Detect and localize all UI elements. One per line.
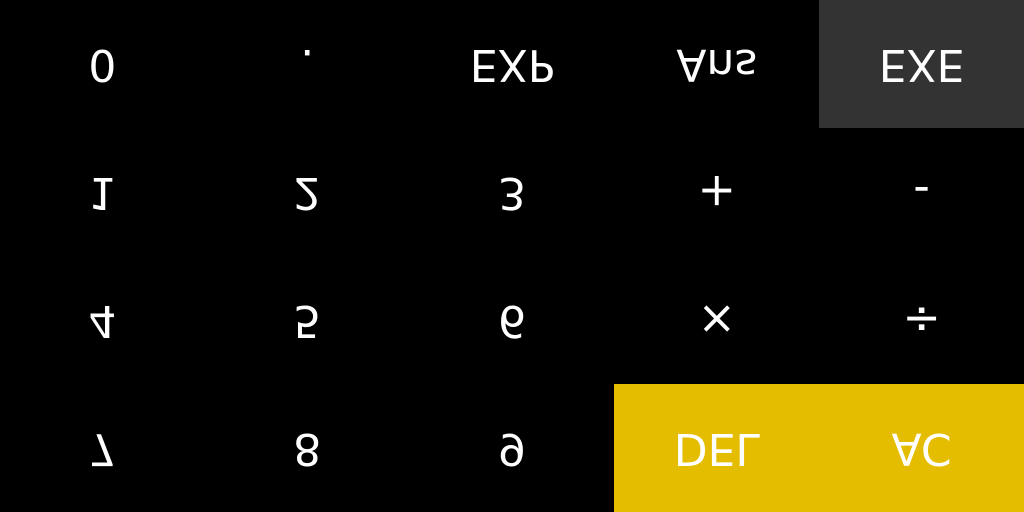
key-5-button[interactable]: 5 xyxy=(204,256,410,384)
key-4-button[interactable]: 4 xyxy=(0,256,205,384)
key-3-button[interactable]: 3 xyxy=(409,128,615,256)
plus-button[interactable]: + xyxy=(614,128,820,256)
exp-label: EXP xyxy=(469,39,555,90)
multiply-button[interactable]: × xyxy=(614,256,820,384)
key-9-label: 9 xyxy=(497,423,526,474)
calculator-keypad: 0 . EXP Ans EXE 1 2 3 + - 4 5 6 × ÷ 7 8 … xyxy=(0,0,1024,512)
divide-button[interactable]: ÷ xyxy=(819,256,1024,384)
minus-button[interactable]: - xyxy=(819,128,1024,256)
key-6-label: 6 xyxy=(497,295,526,346)
divide-label: ÷ xyxy=(902,293,941,347)
minus-label: - xyxy=(913,165,930,219)
key-6-button[interactable]: 6 xyxy=(409,256,615,384)
decimal-point-label: . xyxy=(300,39,315,90)
ans-label: Ans xyxy=(676,39,758,90)
multiply-label: × xyxy=(697,293,737,347)
ans-button[interactable]: Ans xyxy=(614,0,820,128)
all-clear-button[interactable]: AC xyxy=(819,384,1024,512)
all-clear-label: AC xyxy=(891,423,952,474)
key-3-label: 3 xyxy=(497,167,526,218)
exp-button[interactable]: EXP xyxy=(409,0,615,128)
key-1-button[interactable]: 1 xyxy=(0,128,205,256)
key-2-button[interactable]: 2 xyxy=(204,128,410,256)
delete-label: DEL xyxy=(673,423,760,474)
delete-button[interactable]: DEL xyxy=(614,384,820,512)
key-4-label: 4 xyxy=(88,295,117,346)
key-9-button[interactable]: 9 xyxy=(409,384,615,512)
exe-button[interactable]: EXE xyxy=(819,0,1024,128)
key-7-button[interactable]: 7 xyxy=(0,384,205,512)
key-5-label: 5 xyxy=(293,295,322,346)
plus-label: + xyxy=(697,165,737,219)
key-0-label: 0 xyxy=(88,39,117,90)
key-1-label: 1 xyxy=(88,167,117,218)
key-7-label: 7 xyxy=(88,423,117,474)
key-2-label: 2 xyxy=(293,167,322,218)
key-8-label: 8 xyxy=(293,423,322,474)
exe-label: EXE xyxy=(878,39,965,90)
key-8-button[interactable]: 8 xyxy=(204,384,410,512)
decimal-point-button[interactable]: . xyxy=(204,0,410,128)
key-0-button[interactable]: 0 xyxy=(0,0,205,128)
